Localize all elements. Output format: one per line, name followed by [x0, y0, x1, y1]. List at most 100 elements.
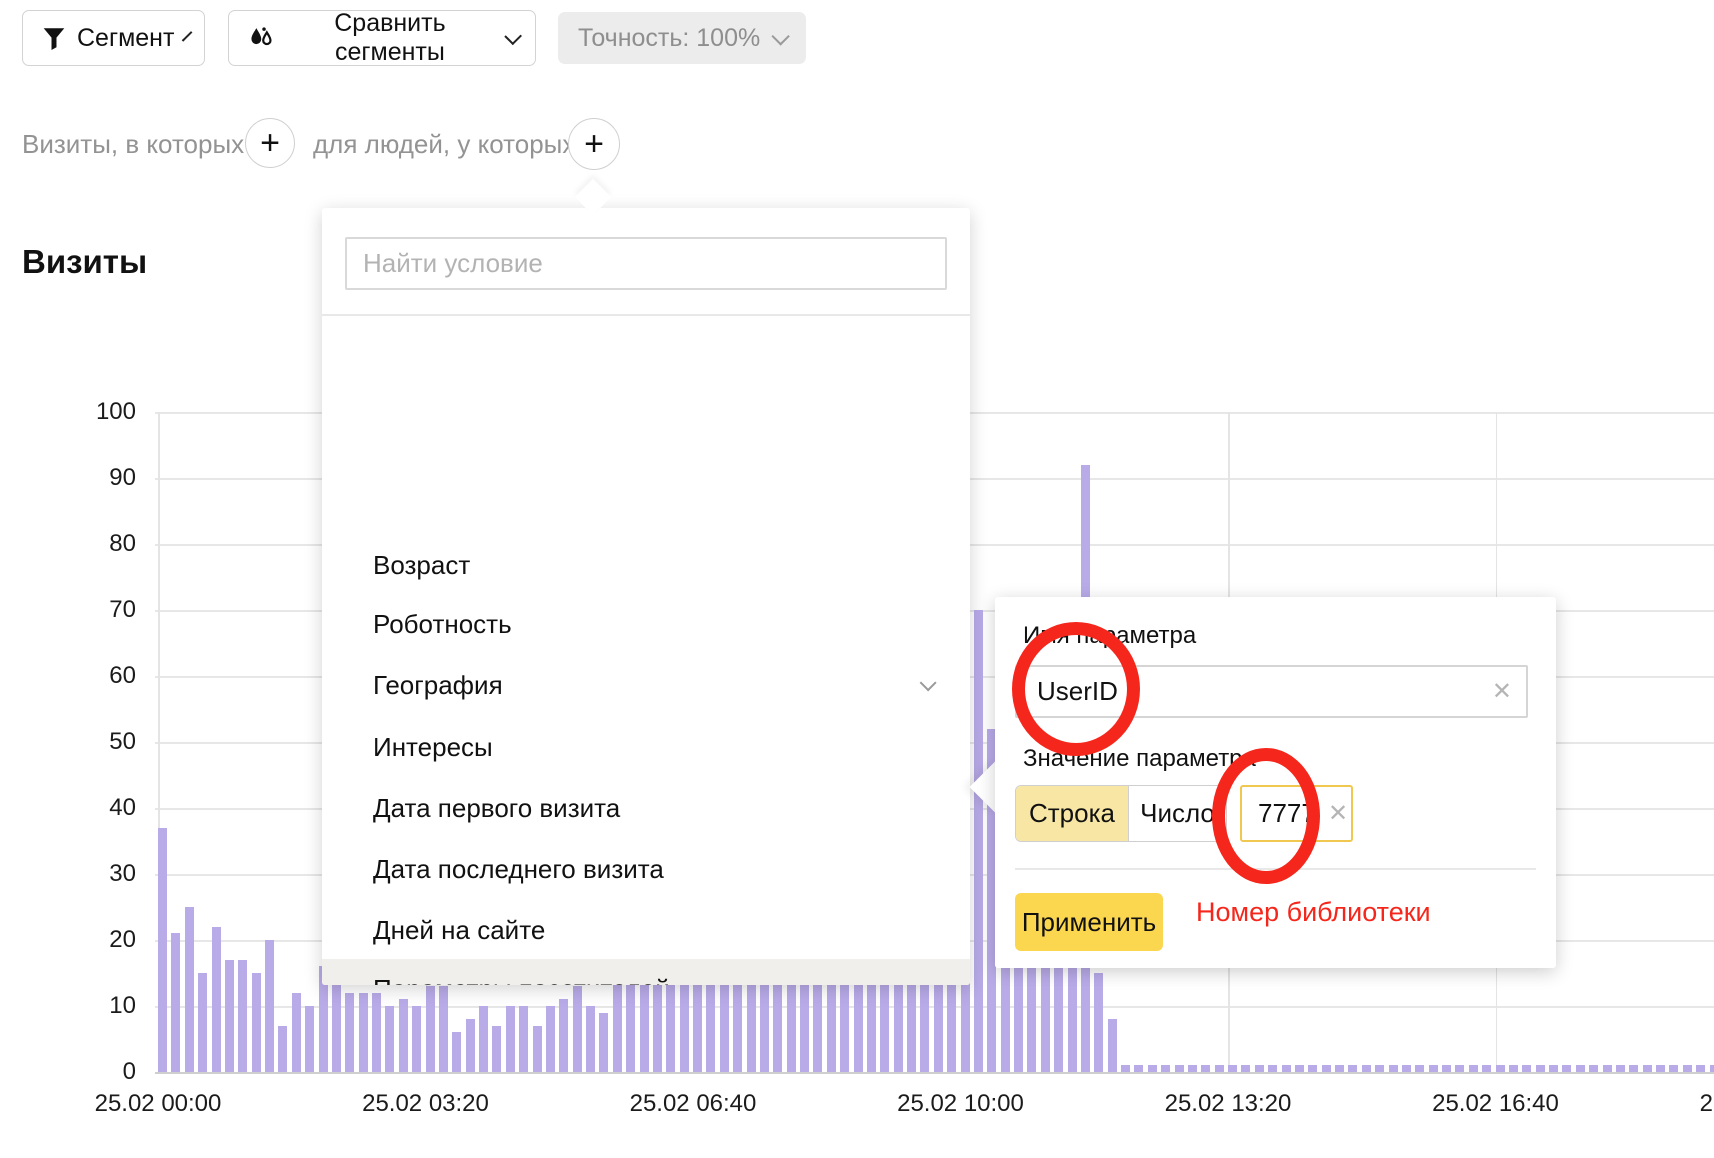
- visit-bar[interactable]: [359, 993, 368, 1072]
- type-option-string[interactable]: Строка: [1016, 786, 1128, 841]
- visit-bar[interactable]: [1710, 1065, 1714, 1072]
- visit-bar[interactable]: [840, 973, 849, 1072]
- visit-bar[interactable]: [1643, 1065, 1652, 1072]
- visit-bar[interactable]: [1228, 1065, 1237, 1072]
- visit-bar[interactable]: [1215, 1065, 1224, 1072]
- visit-bar[interactable]: [399, 999, 408, 1072]
- visit-bar[interactable]: [452, 1032, 461, 1072]
- visit-bar[interactable]: [1094, 973, 1103, 1072]
- visit-bar[interactable]: [974, 610, 983, 1072]
- menu-item-days-on-site[interactable]: Дней на сайте: [322, 900, 970, 960]
- visit-bar[interactable]: [1562, 1065, 1571, 1072]
- visit-bar[interactable]: [1308, 1065, 1317, 1072]
- segment-button[interactable]: Сегмент: [22, 10, 205, 66]
- visit-bar[interactable]: [1375, 1065, 1384, 1072]
- visit-bar[interactable]: [693, 980, 702, 1072]
- menu-item-geography[interactable]: География: [322, 655, 970, 715]
- visit-bar[interactable]: [171, 933, 180, 1072]
- visit-bar[interactable]: [880, 980, 889, 1072]
- visit-bar[interactable]: [747, 973, 756, 1072]
- visit-bar[interactable]: [546, 1006, 555, 1072]
- visit-bar[interactable]: [1362, 1065, 1371, 1072]
- visit-bar[interactable]: [1603, 1065, 1612, 1072]
- visit-bar[interactable]: [1201, 1065, 1210, 1072]
- menu-item-interests[interactable]: Интересы: [322, 717, 970, 777]
- visit-bar[interactable]: [1656, 1065, 1665, 1072]
- visit-bar[interactable]: [1175, 1065, 1184, 1072]
- visit-bar[interactable]: [640, 980, 649, 1072]
- visit-bar[interactable]: [1295, 1065, 1304, 1072]
- visit-bar[interactable]: [1482, 1065, 1491, 1072]
- visit-bar[interactable]: [1669, 1065, 1678, 1072]
- visit-bar[interactable]: [1455, 1065, 1464, 1072]
- menu-item-age[interactable]: Возраст: [322, 535, 970, 595]
- visit-bar[interactable]: [1576, 1065, 1585, 1072]
- visit-bar[interactable]: [506, 1006, 515, 1072]
- clear-name-icon[interactable]: ✕: [1478, 677, 1526, 706]
- visit-bar[interactable]: [385, 1006, 394, 1072]
- visit-bar[interactable]: [934, 973, 943, 1072]
- compare-segments-button[interactable]: Сравнить сегменты: [228, 10, 536, 66]
- visit-bar[interactable]: [1469, 1065, 1478, 1072]
- visit-bar[interactable]: [225, 960, 234, 1072]
- visit-bar[interactable]: [1134, 1065, 1143, 1072]
- apply-button[interactable]: Применить: [1015, 893, 1163, 951]
- visit-bar[interactable]: [1268, 1065, 1277, 1072]
- visit-bar[interactable]: [1282, 1065, 1291, 1072]
- add-visit-condition-button[interactable]: +: [245, 118, 295, 168]
- visit-bar[interactable]: [198, 973, 207, 1072]
- visit-bar[interactable]: [1509, 1065, 1518, 1072]
- menu-item-robots[interactable]: Роботность: [322, 594, 970, 654]
- add-people-condition-button[interactable]: +: [568, 118, 620, 170]
- visit-bar[interactable]: [1496, 1065, 1505, 1072]
- menu-item-visitor-params[interactable]: Параметры посетителей: [322, 959, 970, 985]
- visit-bar[interactable]: [894, 973, 903, 1072]
- visit-bar[interactable]: [305, 1006, 314, 1072]
- visit-bar[interactable]: [1161, 1065, 1170, 1072]
- visit-bar[interactable]: [573, 986, 582, 1072]
- visit-bar[interactable]: [492, 1026, 501, 1072]
- visit-bar[interactable]: [1696, 1065, 1705, 1072]
- visit-bar[interactable]: [533, 1026, 542, 1072]
- visit-bar[interactable]: [920, 980, 929, 1072]
- visit-bar[interactable]: [1429, 1065, 1438, 1072]
- visit-bar[interactable]: [733, 980, 742, 1072]
- accuracy-button[interactable]: Точность: 100%: [558, 12, 806, 64]
- visit-bar[interactable]: [1241, 1065, 1250, 1072]
- visit-bar[interactable]: [252, 973, 261, 1072]
- visit-bar[interactable]: [426, 986, 435, 1072]
- visit-bar[interactable]: [238, 960, 247, 1072]
- visit-bar[interactable]: [773, 980, 782, 1072]
- visit-bar[interactable]: [1549, 1065, 1558, 1072]
- visit-bar[interactable]: [1108, 1019, 1117, 1072]
- visit-bar[interactable]: [439, 986, 448, 1072]
- visit-bar[interactable]: [1348, 1065, 1357, 1072]
- visit-bar[interactable]: [1255, 1065, 1264, 1072]
- visit-bar[interactable]: [412, 1006, 421, 1072]
- menu-item-last-visit-date[interactable]: Дата последнего визита: [322, 839, 970, 899]
- visit-bar[interactable]: [1683, 1065, 1692, 1072]
- visit-bar[interactable]: [1415, 1065, 1424, 1072]
- visit-bar[interactable]: [613, 973, 622, 1072]
- visit-bar[interactable]: [1589, 1065, 1598, 1072]
- visit-bar[interactable]: [278, 1026, 287, 1072]
- visit-bar[interactable]: [1536, 1065, 1545, 1072]
- visit-bar[interactable]: [1322, 1065, 1331, 1072]
- visit-bar[interactable]: [680, 973, 689, 1072]
- visit-bar[interactable]: [1616, 1065, 1625, 1072]
- visit-bar[interactable]: [720, 973, 729, 1072]
- visit-bar[interactable]: [1402, 1065, 1411, 1072]
- visit-bar[interactable]: [867, 973, 876, 1072]
- visit-bar[interactable]: [1188, 1065, 1197, 1072]
- visit-bar[interactable]: [653, 973, 662, 1072]
- visit-bar[interactable]: [800, 973, 809, 1072]
- visit-bar[interactable]: [1148, 1065, 1157, 1072]
- visit-bar[interactable]: [599, 1013, 608, 1072]
- visit-bar[interactable]: [1335, 1065, 1344, 1072]
- visit-bar[interactable]: [185, 907, 194, 1072]
- visit-bar[interactable]: [519, 1006, 528, 1072]
- visit-bar[interactable]: [292, 993, 301, 1072]
- visit-bar[interactable]: [212, 927, 221, 1072]
- visit-bar[interactable]: [265, 940, 274, 1072]
- visit-bar[interactable]: [586, 1006, 595, 1072]
